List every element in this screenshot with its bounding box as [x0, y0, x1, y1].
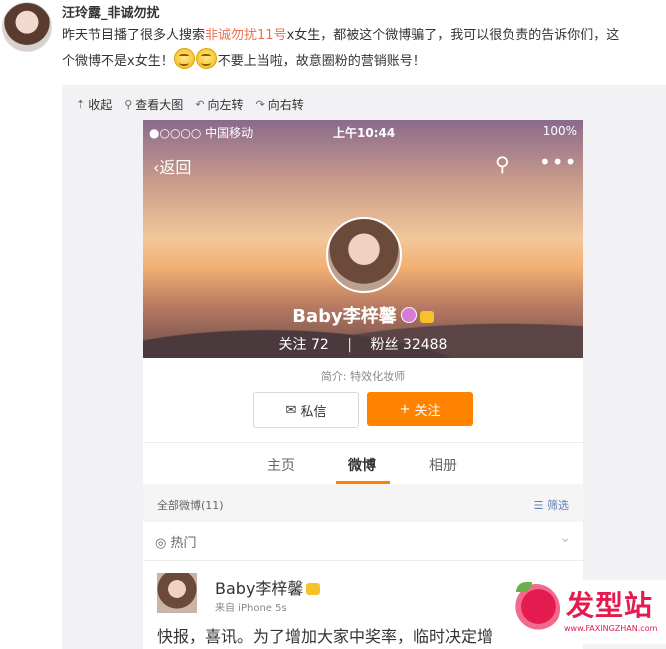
view-large-button[interactable]: ⚲ 查看大图 [124, 95, 183, 113]
battery-level: 100% [542, 124, 577, 138]
profile-bio: 简介: 特效化妆师 [320, 370, 406, 383]
post-body: 快报，喜讯。为了增加大家中奖率，临时决定增 [157, 627, 494, 646]
post-avatar[interactable] [157, 573, 197, 613]
phone-screenshot: ●○○○○ 中国移动 上午10:44 100% ‹返回 ⚲ ••• Baby李梓… [143, 120, 583, 649]
hot-label: ◎ 热门 [155, 536, 197, 551]
filter-icon: ☰ [533, 499, 547, 512]
search-icon: ⚲ [124, 97, 133, 111]
post-author[interactable]: 汪玲露_非诚勿扰 [62, 2, 160, 21]
following-label[interactable]: 关注 [279, 337, 307, 353]
status-time: 上午10:44 [333, 126, 396, 140]
message-button[interactable]: ✉ 私信 [253, 392, 359, 428]
status-bar: ●○○○○ 中国移动 上午10:44 100% [143, 120, 583, 142]
rotate-left-button[interactable]: ↶ 向左转 [195, 95, 243, 113]
verified-badge-icon [400, 307, 417, 323]
post-text-line2a: 个微博不是x女生！ [62, 54, 174, 69]
back-button[interactable]: ‹返回 [153, 154, 191, 178]
bio-section: 简介: 特效化妆师 ✉ 私信 + 关注 [143, 358, 583, 442]
all-weibo-count: 全部微博(11) [157, 499, 224, 512]
tab-weibo[interactable]: 微博 [348, 455, 376, 475]
fans-count[interactable]: 32488 [403, 337, 448, 353]
following-count[interactable]: 72 [311, 337, 329, 353]
post-text-part2: x女生，都被这个微博骗了，我可以很负责的告诉你们，这 [286, 28, 620, 43]
plus-icon: + [399, 401, 411, 417]
post-text: 昨天节目播了很多人搜索非诚勿扰11号x女生，都被这个微博骗了，我可以很负责的告诉… [62, 24, 662, 74]
post-author-name[interactable]: Baby李梓馨 [215, 575, 321, 599]
collapse-button[interactable]: ⇡ 收起 [76, 95, 112, 113]
watermark-text: 发型站 [566, 589, 654, 622]
smile-emoji-icon [195, 48, 217, 69]
follow-button[interactable]: + 关注 [367, 392, 473, 426]
profile-stats: 关注 72 | 粉丝 32488 [143, 334, 583, 354]
rotate-left-icon: ↶ [195, 97, 205, 111]
post-text-line2b: 不要上当啦，故意圈粉的营销账号！ [217, 54, 426, 69]
user-avatar[interactable] [2, 2, 52, 52]
more-icon[interactable]: ••• [539, 150, 577, 174]
post-source: 来自 iPhone 5s [215, 603, 287, 614]
chevron-down-icon[interactable]: ⌄ [559, 530, 571, 546]
tab-home[interactable]: 主页 [267, 455, 295, 475]
crown-badge-icon [419, 311, 434, 323]
post-text-part1: 昨天节目播了很多人搜索 [62, 28, 206, 43]
crown-badge-icon [306, 583, 321, 595]
profile-cover: ●○○○○ 中国移动 上午10:44 100% ‹返回 ⚲ ••• Baby李梓… [143, 120, 583, 358]
rotate-right-icon: ↷ [255, 97, 265, 111]
hot-section-header[interactable]: ◎ 热门 ⌄ [143, 522, 583, 561]
profile-name: Baby李梓馨 [143, 302, 583, 328]
media-toolbar: ⇡ 收起 ⚲ 查看大图 ↶ 向左转 ↷ 向右转 [76, 95, 304, 113]
search-icon[interactable]: ⚲ [495, 152, 510, 176]
search-link[interactable]: 非诚勿扰11号 [205, 28, 287, 43]
filter-button[interactable]: ☰ 筛选 [534, 497, 569, 513]
media-viewer: ⇡ 收起 ⚲ 查看大图 ↶ 向左转 ↷ 向右转 ●○○○○ 中国移动 上午10:44 1… [62, 85, 666, 649]
rotate-right-button[interactable]: ↷ 向右转 [256, 95, 304, 113]
carrier: ●○○○○ 中国移动 [149, 126, 254, 140]
fans-label[interactable]: 粉丝 [370, 337, 398, 353]
stats-divider: | [347, 337, 352, 353]
mail-icon: ✉ [285, 402, 297, 418]
smile-emoji-icon [173, 48, 195, 69]
site-watermark: 发型站 www.FAXINGZHAN.com [508, 580, 666, 644]
filter-row: 全部微博(11) ☰ 筛选 [143, 484, 583, 522]
watermark-url: www.FAXINGZHAN.com [564, 624, 658, 633]
arrow-up-icon: ⇡ [76, 97, 86, 111]
profile-tabs: 主页 微博 相册 [143, 442, 583, 485]
profile-avatar[interactable] [326, 217, 402, 293]
tag-icon: ◎ [155, 536, 171, 551]
tab-album[interactable]: 相册 [429, 455, 457, 475]
